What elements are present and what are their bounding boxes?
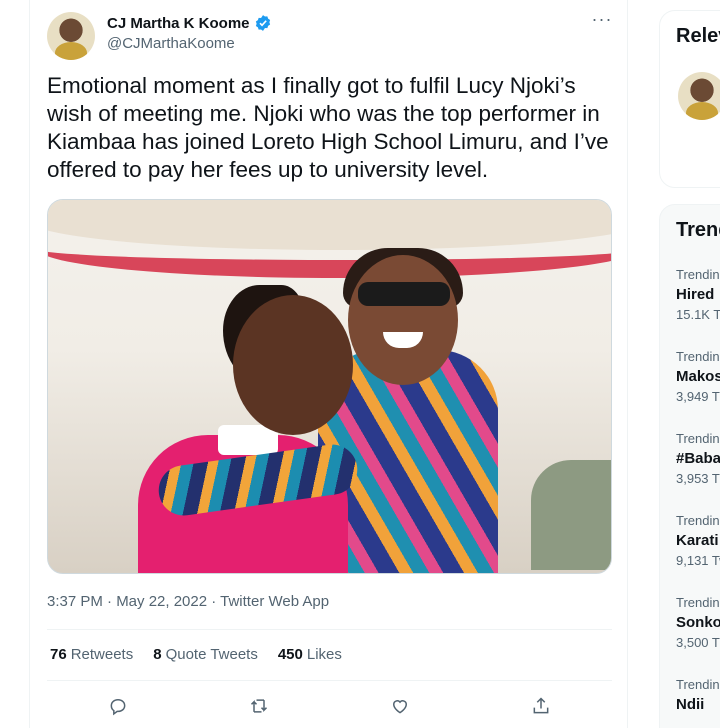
quote-tweets-stat[interactable]: 8 Quote Tweets bbox=[153, 646, 258, 663]
display-name[interactable]: CJ Martha K Koome bbox=[107, 15, 250, 32]
photo-sunglasses bbox=[358, 282, 450, 306]
trend-meta: Trendin bbox=[676, 267, 720, 282]
trend-item[interactable]: Trendin Karati 9,131 Tw bbox=[676, 513, 720, 568]
tweet-actions bbox=[47, 686, 612, 726]
trend-meta: Trendin bbox=[676, 595, 720, 610]
likes-label: Likes bbox=[306, 646, 342, 663]
right-sidebar: Relev Trend Trendin Hired 15.1K Tw Trend… bbox=[659, 0, 720, 728]
tweet-photo[interactable] bbox=[47, 199, 612, 574]
trend-item[interactable]: Trendin Hired 15.1K Tw bbox=[676, 267, 720, 322]
divider bbox=[47, 680, 612, 681]
relevant-people-title: Relev bbox=[676, 25, 720, 47]
trend-name: Hired bbox=[676, 286, 715, 303]
relevant-avatar[interactable] bbox=[678, 72, 720, 120]
trend-item[interactable]: Trendin Sonko 3,500 T bbox=[676, 595, 720, 650]
verified-badge-icon bbox=[254, 14, 272, 32]
photo-awning-trim bbox=[48, 220, 611, 278]
quote-tweets-label: Quote Tweets bbox=[165, 646, 258, 663]
trend-item[interactable]: Trendin Ndii bbox=[676, 677, 720, 713]
handle[interactable]: @CJMarthaKoome bbox=[107, 35, 235, 52]
share-icon[interactable] bbox=[523, 688, 559, 724]
name-row: CJ Martha K Koome bbox=[107, 14, 272, 32]
divider bbox=[47, 629, 612, 630]
tweet-text: Emotional moment as I finally got to ful… bbox=[47, 73, 609, 182]
trend-count: 15.1K Tw bbox=[676, 307, 720, 322]
trend-name: Sonko bbox=[676, 614, 720, 631]
avatar[interactable] bbox=[47, 12, 95, 60]
retweets-stat[interactable]: 76 Retweets bbox=[50, 646, 133, 663]
quote-tweets-count: 8 bbox=[153, 646, 162, 663]
retweets-label: Retweets bbox=[70, 646, 134, 663]
tweet-header: CJ Martha K Koome @CJMarthaKoome ··· bbox=[47, 10, 617, 62]
likes-stat[interactable]: 450 Likes bbox=[278, 646, 342, 663]
photo-trees bbox=[531, 460, 611, 570]
like-icon[interactable] bbox=[382, 688, 418, 724]
tweet-column: CJ Martha K Koome @CJMarthaKoome ··· Emo… bbox=[29, 0, 628, 728]
photo-girl-face bbox=[233, 295, 353, 435]
trend-count: 3,953 T bbox=[676, 471, 720, 486]
relevant-people-panel: Relev bbox=[659, 10, 720, 188]
trend-meta: Trendin bbox=[676, 513, 720, 528]
trend-name: Ndii bbox=[676, 696, 705, 713]
trend-count: 3,500 T bbox=[676, 635, 720, 650]
tweet-stats: 76 Retweets 8 Quote Tweets 450 Likes bbox=[50, 646, 342, 663]
trend-meta: Trendin bbox=[676, 349, 720, 364]
trend-meta: Trendin bbox=[676, 431, 720, 446]
trend-meta: Trendin bbox=[676, 677, 720, 692]
photo-woman-face bbox=[348, 255, 458, 385]
trend-name: #Baba bbox=[676, 450, 720, 467]
retweets-count: 76 bbox=[50, 646, 67, 663]
more-options-icon[interactable]: ··· bbox=[587, 10, 617, 34]
trend-name: Makos bbox=[676, 368, 720, 385]
trend-item[interactable]: Trendin #Baba 3,953 T bbox=[676, 431, 720, 486]
tweet-timestamp[interactable]: 3:37 PM · May 22, 2022 · Twitter Web App bbox=[47, 593, 329, 610]
reply-icon[interactable] bbox=[100, 688, 136, 724]
trends-panel: Trend Trendin Hired 15.1K Tw Trendin Mak… bbox=[659, 204, 720, 728]
trend-item[interactable]: Trendin Makos 3,949 T bbox=[676, 349, 720, 404]
trends-title: Trend bbox=[676, 219, 720, 241]
trend-name: Karati bbox=[676, 532, 719, 549]
trend-count: 9,131 Tw bbox=[676, 553, 720, 568]
likes-count: 450 bbox=[277, 646, 303, 663]
retweet-icon[interactable] bbox=[241, 688, 277, 724]
trend-count: 3,949 T bbox=[676, 389, 720, 404]
